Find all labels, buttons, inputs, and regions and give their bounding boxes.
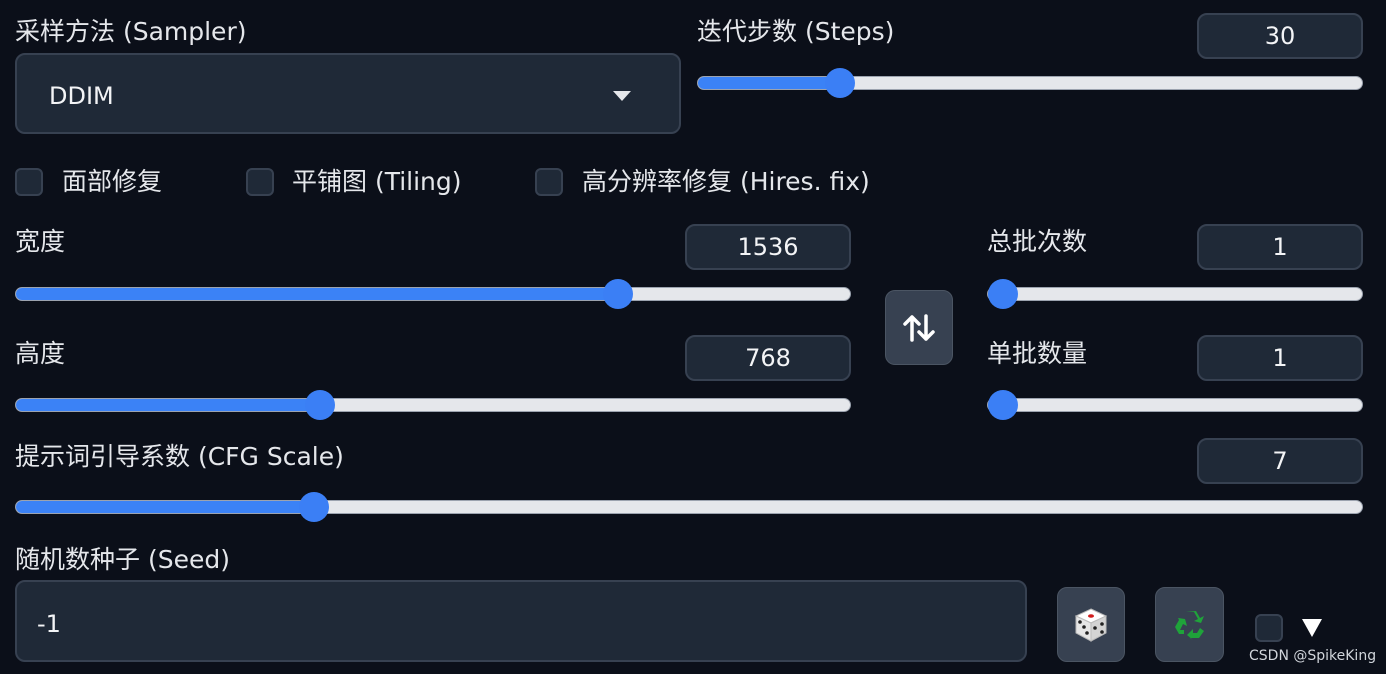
face-restore-checkbox[interactable] (15, 168, 43, 196)
watermark: CSDN @SpikeKing (1249, 648, 1377, 664)
swap-dimensions-button[interactable] (885, 290, 953, 365)
steps-slider-thumb[interactable] (824, 68, 855, 98)
hires-fix-checkbox[interactable] (535, 168, 563, 196)
sampler-label: 采样方法 (Sampler) (15, 17, 247, 46)
batch-count-slider[interactable] (987, 279, 1363, 309)
recycle-icon (1174, 610, 1204, 640)
sampler-dropdown[interactable]: DDIM (15, 53, 681, 134)
steps-input[interactable]: 30 (1197, 13, 1363, 59)
width-slider-thumb[interactable] (602, 279, 633, 309)
dice-icon (1074, 607, 1108, 642)
seed-value: -1 (37, 610, 61, 638)
hires-fix-label: 高分辨率修复 (Hires. fix) (582, 167, 870, 196)
cfg-scale-input[interactable]: 7 (1197, 438, 1363, 484)
steps-label: 迭代步数 (Steps) (697, 17, 895, 46)
width-input[interactable]: 1536 (685, 224, 851, 270)
width-slider-fill (16, 288, 618, 300)
height-slider-thumb[interactable] (305, 390, 336, 420)
seed-input[interactable]: -1 (15, 580, 1027, 662)
steps-slider-fill (698, 77, 840, 89)
batch-count-slider-thumb[interactable] (988, 279, 1018, 309)
batch-size-input[interactable]: 1 (1197, 335, 1363, 381)
chevron-down-icon (613, 91, 631, 101)
random-seed-button[interactable] (1057, 587, 1125, 662)
height-slider-fill (16, 399, 321, 411)
swap-arrows-icon (903, 313, 935, 342)
cfg-scale-label: 提示词引导系数 (CFG Scale) (15, 442, 344, 471)
steps-slider[interactable] (697, 68, 1363, 98)
cfg-scale-slider-thumb[interactable] (298, 492, 329, 522)
extra-seed-checkbox[interactable] (1255, 614, 1283, 642)
height-label: 高度 (15, 339, 66, 368)
batch-count-input[interactable]: 1 (1197, 224, 1363, 270)
batch-count-label: 总批次数 (987, 227, 1088, 256)
batch-size-slider[interactable] (987, 390, 1363, 420)
batch-size-label: 单批数量 (987, 339, 1088, 368)
triangle-down-icon[interactable] (1302, 619, 1322, 637)
width-slider[interactable] (15, 279, 851, 309)
seed-label: 随机数种子 (Seed) (15, 545, 230, 574)
tiling-label: 平铺图 (Tiling) (292, 167, 462, 196)
cfg-scale-slider[interactable] (15, 492, 1363, 522)
width-label: 宽度 (15, 227, 66, 256)
height-slider[interactable] (15, 390, 851, 420)
face-restore-label: 面部修复 (62, 167, 163, 196)
reuse-seed-button[interactable] (1155, 587, 1224, 662)
cfg-scale-slider-fill (16, 501, 314, 513)
height-input[interactable]: 768 (685, 335, 851, 381)
sampler-value: DDIM (49, 82, 114, 110)
tiling-checkbox[interactable] (246, 168, 274, 196)
batch-size-slider-thumb[interactable] (988, 390, 1018, 420)
